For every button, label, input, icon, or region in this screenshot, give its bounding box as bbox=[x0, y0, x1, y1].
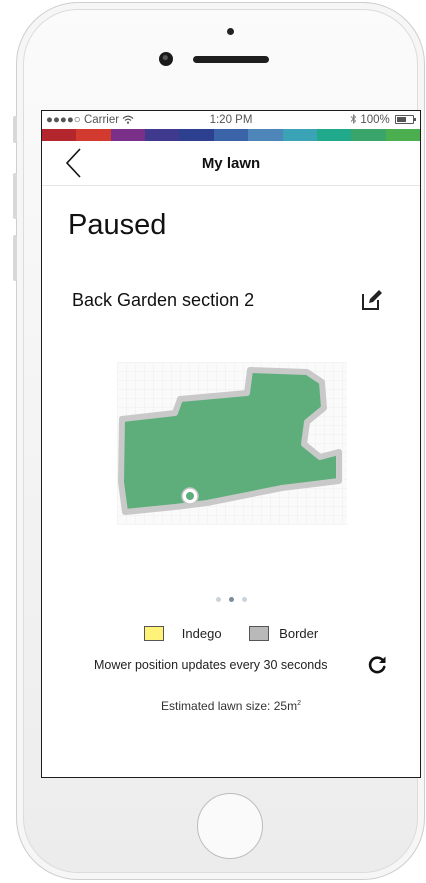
front-camera-icon bbox=[159, 52, 173, 66]
battery-percent: 100% bbox=[360, 114, 390, 126]
silent-switch bbox=[13, 116, 17, 143]
color-bar-segment bbox=[76, 129, 111, 141]
estimated-lawn-size: Estimated lawn size: 25m2 bbox=[42, 699, 420, 713]
proximity-sensor bbox=[227, 28, 234, 35]
brand-color-bar bbox=[42, 129, 420, 141]
nav-bar: My lawn bbox=[42, 141, 420, 186]
mower-status: Paused bbox=[68, 209, 167, 241]
earpiece-speaker bbox=[193, 56, 269, 63]
status-right: 100% bbox=[350, 113, 416, 126]
bluetooth-icon bbox=[350, 113, 357, 125]
color-bar-segment bbox=[179, 129, 214, 141]
color-bar-segment bbox=[282, 129, 317, 141]
legend-label-indego: Indego bbox=[181, 626, 222, 641]
page-title: My lawn bbox=[201, 155, 261, 172]
legend-swatch-border bbox=[249, 626, 270, 641]
color-bar-segment bbox=[213, 129, 249, 141]
color-bar-segment bbox=[110, 129, 146, 141]
legend-label-border: Border bbox=[279, 626, 319, 641]
mower-position-icon bbox=[181, 487, 199, 505]
home-button-icon[interactable] bbox=[197, 793, 263, 859]
page-dot[interactable] bbox=[241, 597, 247, 602]
color-bar-segment bbox=[351, 129, 386, 141]
color-bar-segment bbox=[145, 129, 180, 141]
color-bar-segment bbox=[316, 129, 352, 141]
app-screen: ●●●●○ Carrier 1:20 PM 100% My lawn Pause… bbox=[41, 110, 421, 778]
map-legend: Indego Border bbox=[42, 626, 420, 644]
legend-item-border: Border bbox=[249, 626, 318, 641]
page-dot[interactable] bbox=[215, 597, 221, 602]
lawn-size-unit: 2 bbox=[297, 700, 301, 707]
lawn-size-label: Estimated lawn size: 25m bbox=[161, 699, 298, 713]
lawn-name: Back Garden section 2 bbox=[72, 290, 255, 310]
battery-icon bbox=[395, 115, 416, 125]
legend-item-indego: Indego bbox=[143, 626, 222, 641]
edit-icon[interactable] bbox=[360, 288, 384, 312]
volume-down-button bbox=[13, 235, 17, 281]
color-bar-segment bbox=[248, 129, 283, 141]
status-bar: ●●●●○ Carrier 1:20 PM 100% bbox=[42, 111, 420, 129]
page-dot[interactable] bbox=[228, 597, 234, 602]
color-bar-segment bbox=[385, 129, 420, 141]
lawn-map[interactable] bbox=[117, 362, 347, 525]
legend-swatch-indego bbox=[143, 626, 164, 641]
refresh-icon[interactable] bbox=[366, 654, 388, 676]
update-interval-text: Mower position updates every 30 seconds bbox=[94, 658, 328, 672]
volume-up-button bbox=[13, 173, 17, 219]
color-bar-segment bbox=[42, 129, 77, 141]
page-indicator bbox=[42, 589, 420, 607]
